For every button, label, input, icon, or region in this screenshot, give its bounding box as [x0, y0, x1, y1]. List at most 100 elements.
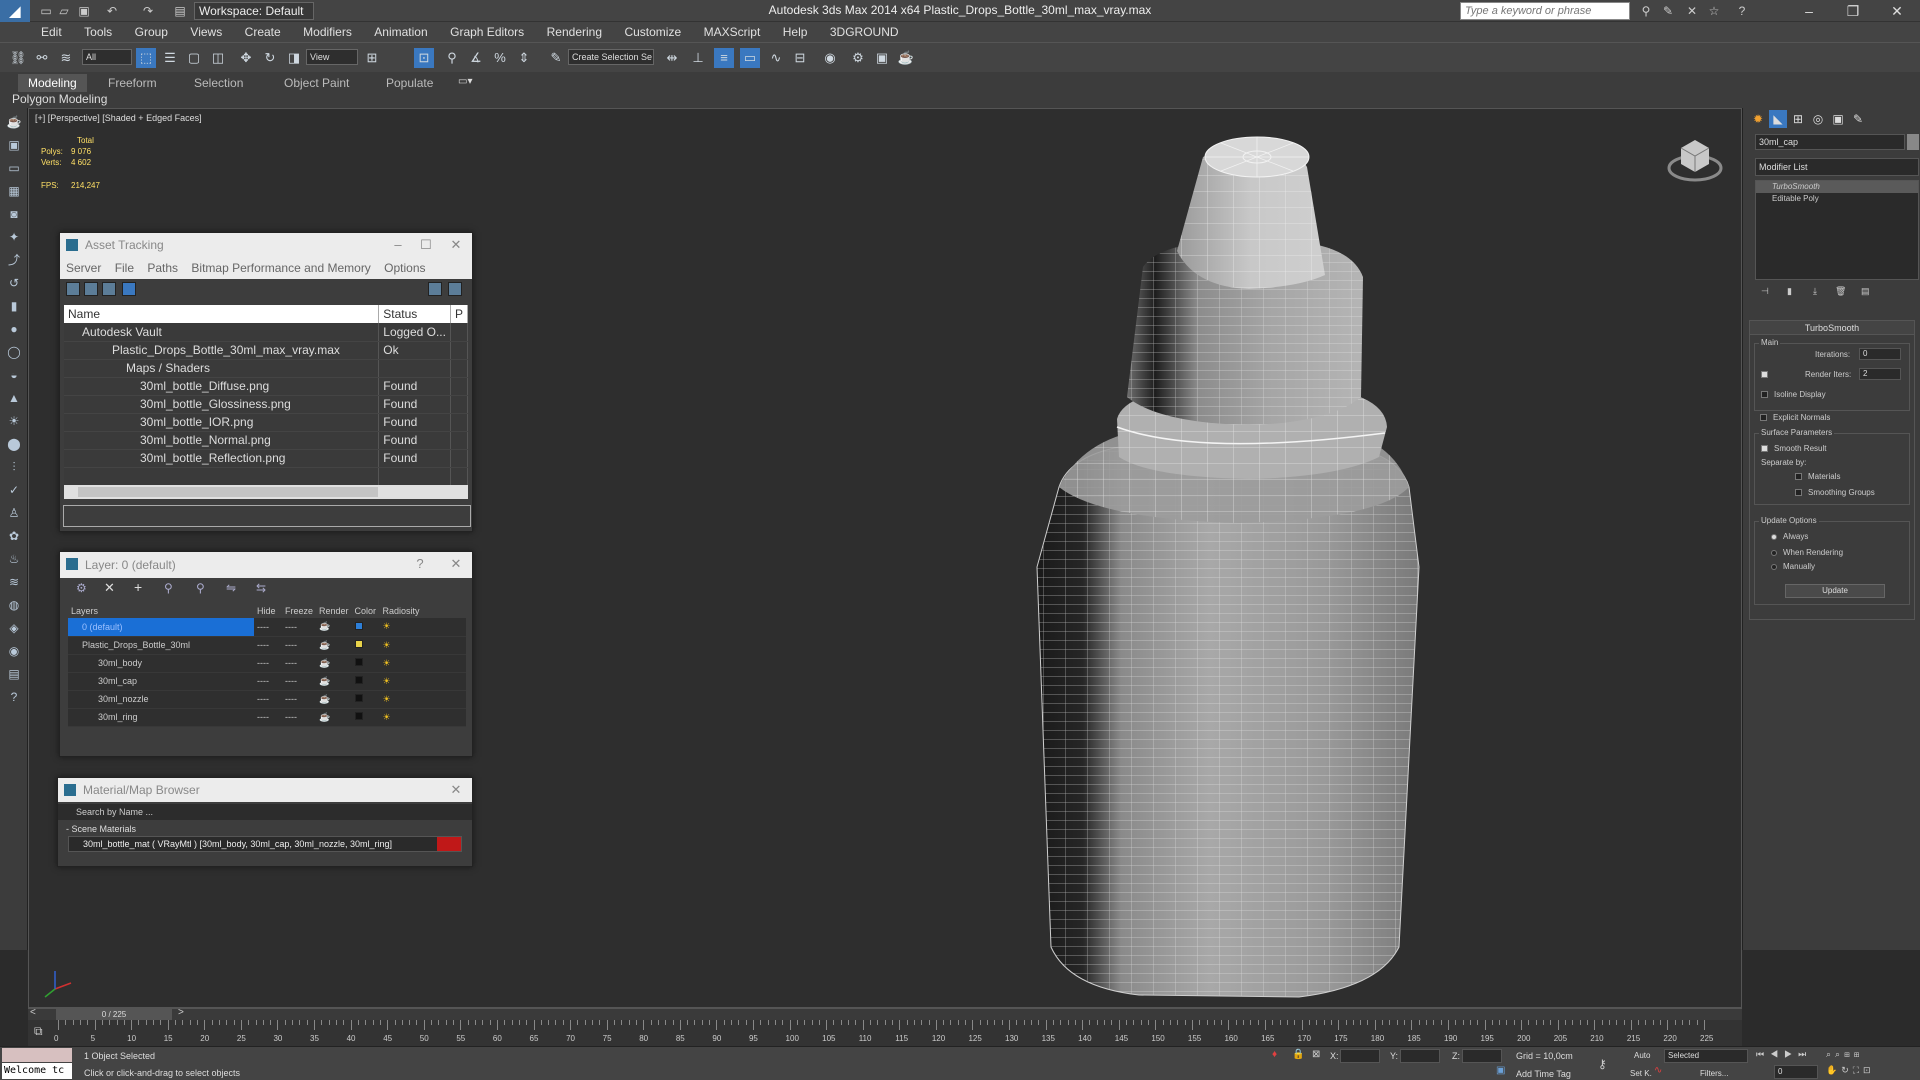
- maxscript-mini-listener[interactable]: Welcome tc: [2, 1063, 72, 1079]
- turbosmooth-rollout-title[interactable]: TurboSmooth: [1750, 321, 1914, 335]
- orbit-pan-controls[interactable]: ✋↻⛶⊡: [1826, 1065, 1875, 1076]
- layer-manager-header[interactable]: Layer: 0 (default) ? ✕: [60, 552, 472, 578]
- selection-filter-dropdown[interactable]: All: [82, 49, 132, 65]
- color-swatch[interactable]: [354, 640, 363, 648]
- close-icon[interactable]: ✕: [444, 552, 468, 576]
- scale-icon[interactable]: ◨: [284, 48, 304, 68]
- named-selection-dropdown[interactable]: Create Selection Se: [568, 49, 654, 65]
- key-icon[interactable]: ⚷: [1598, 1057, 1607, 1071]
- table-row[interactable]: 30ml_bottle_Reflection.png Found: [64, 449, 469, 468]
- material-item[interactable]: 30ml_bottle_mat ( VRayMtl ) [30ml_body, …: [68, 836, 462, 852]
- current-frame-field[interactable]: 0: [1774, 1065, 1818, 1079]
- undo-icon[interactable]: ↶: [104, 3, 120, 19]
- object-name-field[interactable]: 30ml_cap: [1755, 134, 1905, 150]
- next-frame-icon[interactable]: >: [178, 1007, 184, 1018]
- previous-frame-icon[interactable]: <: [30, 1007, 36, 1018]
- camera-icon[interactable]: ◙: [3, 205, 25, 223]
- sun-icon[interactable]: ☀: [3, 412, 25, 430]
- hide-toggle[interactable]: ----: [254, 708, 282, 727]
- rect-selection-icon[interactable]: ▢: [184, 48, 204, 68]
- table-view-icon[interactable]: [122, 282, 136, 296]
- remove-modifier-icon[interactable]: 🗑: [1835, 286, 1846, 297]
- freeze-toggle[interactable]: ----: [282, 636, 317, 655]
- hide-toggle[interactable]: ----: [254, 636, 282, 655]
- materials-checkbox[interactable]: Materials: [1795, 472, 1840, 481]
- horizontal-scrollbar[interactable]: [64, 485, 468, 499]
- tab-populate[interactable]: Populate: [376, 74, 443, 92]
- pin-stack-icon[interactable]: ⊣: [1761, 286, 1769, 297]
- cone-icon[interactable]: ▲: [3, 389, 25, 407]
- refresh-icon[interactable]: [66, 282, 80, 296]
- layer-help-button[interactable]: ?: [408, 552, 432, 576]
- menu-maxscript[interactable]: MAXScript: [695, 22, 770, 42]
- layer-name[interactable]: Plastic_Drops_Bottle_30ml: [68, 636, 254, 655]
- z-coordinate-field[interactable]: [1462, 1049, 1502, 1063]
- explicit-normals-checkbox[interactable]: Explicit Normals: [1760, 413, 1830, 422]
- stack-item-turbosmooth[interactable]: TurboSmooth: [1756, 181, 1918, 193]
- table-row[interactable]: Maps / Shaders: [64, 359, 469, 378]
- material-editor-icon[interactable]: ◉: [820, 48, 840, 68]
- key-filters-button[interactable]: Filters...: [1700, 1069, 1728, 1078]
- close-icon[interactable]: ✕: [1882, 2, 1912, 20]
- isoline-display-checkbox[interactable]: Isoline Display: [1761, 390, 1826, 399]
- display-tab-icon[interactable]: ▣: [1829, 110, 1847, 128]
- select-objects-icon[interactable]: ⚲: [164, 581, 173, 595]
- hide-toggle[interactable]: ----: [254, 690, 282, 709]
- radiosity-sun-icon[interactable]: ☀: [379, 708, 466, 727]
- menu-group[interactable]: Group: [126, 22, 177, 42]
- menu-animation[interactable]: Animation: [365, 22, 436, 42]
- maximize-icon[interactable]: ❐: [1838, 2, 1868, 20]
- table-row[interactable]: 30ml_bottle_IOR.png Found: [64, 413, 469, 432]
- menu-rendering[interactable]: Rendering: [538, 22, 611, 42]
- isolate-icon[interactable]: ♦: [1272, 1049, 1277, 1060]
- ball-icon[interactable]: ⬤: [3, 435, 25, 453]
- light-icon[interactable]: ✦: [3, 228, 25, 246]
- compound-icon[interactable]: ◈: [3, 619, 25, 637]
- search-input[interactable]: Type a keyword or phrase: [1460, 2, 1630, 20]
- help-icon[interactable]: ?: [1734, 3, 1750, 19]
- table-row[interactable]: Autodesk Vault Logged O...: [64, 323, 469, 342]
- modifier-list-dropdown[interactable]: Modifier List: [1755, 158, 1919, 176]
- move-icon[interactable]: ✥: [236, 48, 256, 68]
- scene-materials-group[interactable]: - Scene Materials: [58, 822, 472, 836]
- configure-sets-icon[interactable]: ▤: [1861, 286, 1870, 297]
- character-icon[interactable]: ♙: [3, 504, 25, 522]
- viewport-label[interactable]: [+] [Perspective] [Shaded + Edged Faces]: [35, 113, 202, 123]
- layer-name[interactable]: 0 (default): [68, 618, 254, 637]
- asset-tracking-header[interactable]: Asset Tracking – ☐ ✕: [60, 233, 472, 257]
- tab-object-paint[interactable]: Object Paint: [274, 74, 359, 92]
- table-row[interactable]: Plastic_Drops_Bottle_30ml_max_vray.max Ok: [64, 341, 469, 360]
- asset-menu-bitmap[interactable]: Bitmap Performance and Memory: [191, 261, 370, 275]
- column-hide[interactable]: Hide: [254, 604, 282, 618]
- menu-3dground[interactable]: 3DGROUND: [821, 22, 908, 42]
- radiosity-sun-icon[interactable]: ☀: [379, 636, 466, 655]
- earth-icon[interactable]: ◍: [3, 596, 25, 614]
- column-layers[interactable]: Layers: [68, 604, 254, 618]
- asset-menu-file[interactable]: File: [115, 261, 134, 275]
- freeze-toggle[interactable]: ----: [282, 690, 317, 709]
- manually-radio[interactable]: Manually: [1771, 562, 1815, 571]
- render-teapot-icon[interactable]: ☕: [316, 636, 352, 655]
- binoculars-icon[interactable]: ⚲: [1638, 3, 1654, 19]
- cylinder-icon[interactable]: ▮: [3, 297, 25, 315]
- close-icon[interactable]: ✕: [444, 233, 468, 257]
- scrollbar-thumb[interactable]: [78, 487, 378, 497]
- freeze-toggle[interactable]: ----: [282, 672, 317, 691]
- set-key-button[interactable]: Set K.: [1630, 1069, 1652, 1078]
- table-row[interactable]: 30ml_nozzle ---- ---- ☕ ☀: [68, 690, 466, 709]
- bind-space-warp-icon[interactable]: ≋: [56, 48, 76, 68]
- hide-toggle[interactable]: ----: [254, 654, 282, 673]
- tab-modeling[interactable]: Modeling: [18, 74, 87, 92]
- add-to-layer-icon[interactable]: +: [134, 579, 142, 595]
- table-row[interactable]: 30ml_ring ---- ---- ☕ ☀: [68, 708, 466, 727]
- wrench-icon[interactable]: ✓: [3, 481, 25, 499]
- close-icon[interactable]: ✕: [444, 778, 468, 802]
- box-icon[interactable]: ▣: [3, 136, 25, 154]
- render-teapot-icon[interactable]: ☕: [316, 654, 352, 673]
- table-row[interactable]: 30ml_body ---- ---- ☕ ☀: [68, 654, 466, 673]
- menu-customize[interactable]: Customize: [615, 22, 690, 42]
- minimize-icon[interactable]: –: [386, 233, 410, 257]
- freeze-all-icon[interactable]: ⇆: [256, 581, 266, 595]
- render-iters-spinner[interactable]: 2: [1859, 368, 1901, 380]
- app-logo-icon[interactable]: ◢: [0, 0, 30, 22]
